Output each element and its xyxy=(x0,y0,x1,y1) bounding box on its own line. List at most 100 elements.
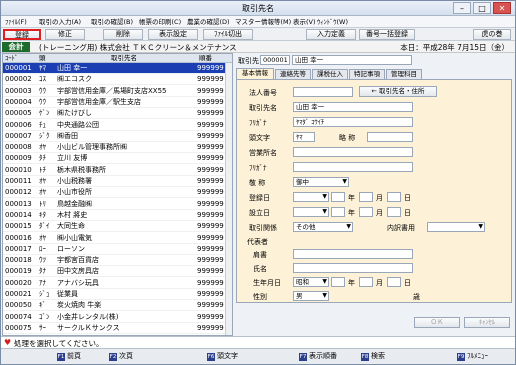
row-name: 小山ビル管理事務所㈱ xyxy=(57,143,127,152)
title-field[interactable] xyxy=(293,249,413,259)
register-button[interactable]: 登録 xyxy=(3,29,41,40)
tab-contact[interactable]: 連絡先等 xyxy=(275,69,311,79)
name-address-button[interactable]: ← 取引先名・住所 xyxy=(359,86,437,97)
menu-window[interactable]: ｳｨﾝﾄﾞｳ(W) xyxy=(315,17,350,27)
table-row[interactable]: 000008 ｵﾔ 小山ビル管理事務所㈱ 999999 xyxy=(3,142,225,154)
est-month-field[interactable] xyxy=(359,207,373,217)
gender-label: 性別 xyxy=(253,293,267,301)
tab-basic[interactable]: 基本情報 xyxy=(236,68,274,79)
est-year-field[interactable] xyxy=(331,207,345,217)
person-name-field[interactable] xyxy=(293,263,413,273)
function-key-bar: F1 前頁 F2 次頁 F6 頭文字 F7 表示順番 F8 検索 F9 ﾌﾙﾒﾆｭｰ xyxy=(1,348,515,364)
birth-year-field[interactable] xyxy=(331,277,345,287)
table-row[interactable]: 000004 ｳｳ 宇部営信用金庫／駅生支店 999999 xyxy=(3,97,225,108)
menu-master[interactable]: マスター情報等(M) xyxy=(233,17,293,27)
chevron-down-icon: ▼ xyxy=(322,193,327,200)
birth-month-field[interactable] xyxy=(359,277,373,287)
tab-notes[interactable]: 特記事項 xyxy=(349,69,385,79)
table-row[interactable]: 000050 ｷﾞ 炭火焼肉 牛楽 999999 xyxy=(3,300,225,312)
table-row[interactable]: 000003 ｳｳ 宇部営信用金庫／馬場町支店XX55 999999 xyxy=(3,86,225,97)
table-row[interactable]: 000018 ｳﾂ 宇都宮百貨店 999999 xyxy=(3,255,225,267)
row-head: ｳﾂ xyxy=(39,256,46,265)
tiger-roll-button[interactable]: 虎の巻 xyxy=(473,29,511,40)
head-field[interactable]: ﾔﾏ xyxy=(293,132,315,142)
file-output-button[interactable]: ﾌｧｲﾙ切出 xyxy=(203,29,253,40)
reg-month-field[interactable] xyxy=(359,192,373,202)
partner-name-field[interactable]: 山田 幸一 xyxy=(293,102,413,112)
abbr-field[interactable] xyxy=(367,132,413,142)
year-label: 年 xyxy=(348,279,355,287)
ok-button[interactable]: ＯＫ xyxy=(414,317,460,328)
kana-field[interactable]: ﾔﾏﾀﾞ ｺｳｲﾁ xyxy=(293,117,413,127)
table-row[interactable]: 000002 ｺｽ ㈱エコスク 999999 xyxy=(3,74,225,86)
menu-input[interactable]: 取引の入力(A) xyxy=(37,17,83,27)
minimize-button[interactable]: – xyxy=(453,2,471,14)
table-row[interactable]: 000021 ｼﾞｭ 従業員 999999 xyxy=(3,289,225,300)
reg-day-field[interactable] xyxy=(387,192,401,202)
table-row[interactable]: 000019 ﾀﾅ 田中文房具店 999999 xyxy=(3,266,225,278)
delete-button[interactable]: 削除 xyxy=(103,29,143,40)
row-code: 000012 xyxy=(5,188,32,197)
birth-day-field[interactable] xyxy=(387,277,401,287)
cancel-button[interactable]: ｷｬﾝｾﾙ xyxy=(464,317,510,328)
birth-era-select[interactable]: 昭和 ▼ xyxy=(293,277,329,287)
f9-full-menu-button[interactable]: F9 ﾌﾙﾒﾆｭｰ xyxy=(457,351,488,362)
est-day-field[interactable] xyxy=(387,207,401,217)
table-row[interactable]: 000012 ｵﾔ 小山市役所 999999 xyxy=(3,187,225,199)
row-name: ㈱たけびし xyxy=(57,109,92,118)
modify-button[interactable]: 修正 xyxy=(45,29,85,40)
table-row[interactable]: 000014 ｷﾀ 木村 將史 999999 xyxy=(3,210,225,221)
est-date-label: 設立日 xyxy=(249,209,270,217)
menu-view[interactable]: 表示(V) xyxy=(291,17,318,27)
table-row[interactable]: 000074 ｺﾞﾝ 小金井レンタル(株) 999999 xyxy=(3,312,225,323)
gender-select[interactable]: 男 ▼ xyxy=(293,291,329,301)
table-row[interactable]: 000011 ｵﾔ 小山税務署 999999 xyxy=(3,176,225,187)
menu-farm[interactable]: 農業の確認(D) xyxy=(185,17,232,27)
est-era-select[interactable]: ▼ xyxy=(293,207,329,217)
close-button[interactable]: ✕ xyxy=(493,2,511,14)
table-row[interactable]: 000009 ﾀﾁ 立川 友博 999999 xyxy=(3,153,225,165)
number-batch-button[interactable]: 番号一括登録 xyxy=(359,29,415,40)
f7-order-button[interactable]: F7 表示順番 xyxy=(299,351,337,362)
corp-no-field[interactable] xyxy=(293,87,353,97)
detail-select[interactable]: ▼ xyxy=(427,222,485,232)
table-row[interactable]: 000006 ﾁｭ 中央通路公団 999999 xyxy=(3,120,225,131)
table-row[interactable]: 000013 ﾄﾘ 鳥越金融㈱ 999999 xyxy=(3,199,225,210)
table-row[interactable]: 000005 ｹﾞﾝ ㈱たけびし 999999 xyxy=(3,108,225,120)
office-kana-field[interactable] xyxy=(293,162,413,172)
table-row[interactable]: 000016 ｵﾔ ㈱小山電気 999999 xyxy=(3,233,225,244)
header-code: ｺｰﾄﾞ xyxy=(5,54,18,62)
table-row[interactable]: 000001 ﾔﾏ 山田 幸一 999999 xyxy=(3,63,225,74)
menu-confirm[interactable]: 取引の確認(B) xyxy=(89,17,135,27)
input-definition-button[interactable]: 入力定義 xyxy=(306,29,356,40)
table-row[interactable]: 000007 ｼﾞｸ ㈱香田 999999 xyxy=(3,131,225,142)
f1-prev-page-button[interactable]: F1 前頁 xyxy=(57,351,81,362)
table-row[interactable]: 000075 ｻｰ サークルＫサンクス 999999 xyxy=(3,323,225,334)
reg-year-field[interactable] xyxy=(331,192,345,202)
honorific-select[interactable]: 御中 ▼ xyxy=(293,177,349,187)
tab-management[interactable]: 管理科目 xyxy=(386,69,422,79)
f8-search-button[interactable]: F8 検索 xyxy=(361,351,385,362)
maximize-button[interactable]: □ xyxy=(473,2,491,14)
abbr-label: 略 称 xyxy=(339,134,356,142)
table-row[interactable]: 000020 ｱﾅ アナバシ玩具 999999 xyxy=(3,278,225,289)
display-settings-button[interactable]: 表示設定 xyxy=(148,29,198,40)
name-field[interactable]: 山田 幸一 xyxy=(292,55,412,65)
row-code: 000010 xyxy=(5,165,32,174)
tab-tax[interactable]: 課税仕入 xyxy=(312,69,348,79)
menu-print[interactable]: 帳票の印刷(C) xyxy=(137,17,183,27)
office-field[interactable] xyxy=(293,147,413,157)
table-row[interactable]: 000017 ﾛｰ ローソン 999999 xyxy=(3,244,225,255)
table-row[interactable]: 000015 ﾀﾞｲ 大同生命 999999 xyxy=(3,221,225,233)
row-code: 000001 xyxy=(5,64,32,72)
table-row[interactable]: 000010 ﾄﾁ 栃木県税事務所 999999 xyxy=(3,165,225,176)
chevron-down-icon: ▼ xyxy=(478,223,483,230)
menu-file[interactable]: ﾌｧｲﾙ(F) xyxy=(3,17,29,27)
row-order: 999999 xyxy=(197,109,224,118)
code-field[interactable]: 000001 xyxy=(260,55,290,65)
reg-era-select[interactable]: ▼ xyxy=(293,192,329,202)
f2-next-page-button[interactable]: F2 次頁 xyxy=(109,351,133,362)
list-scrollbar[interactable] xyxy=(225,63,232,335)
relation-select[interactable]: その他 ▼ xyxy=(293,222,353,232)
f6-initial-button[interactable]: F6 頭文字 xyxy=(207,351,238,362)
